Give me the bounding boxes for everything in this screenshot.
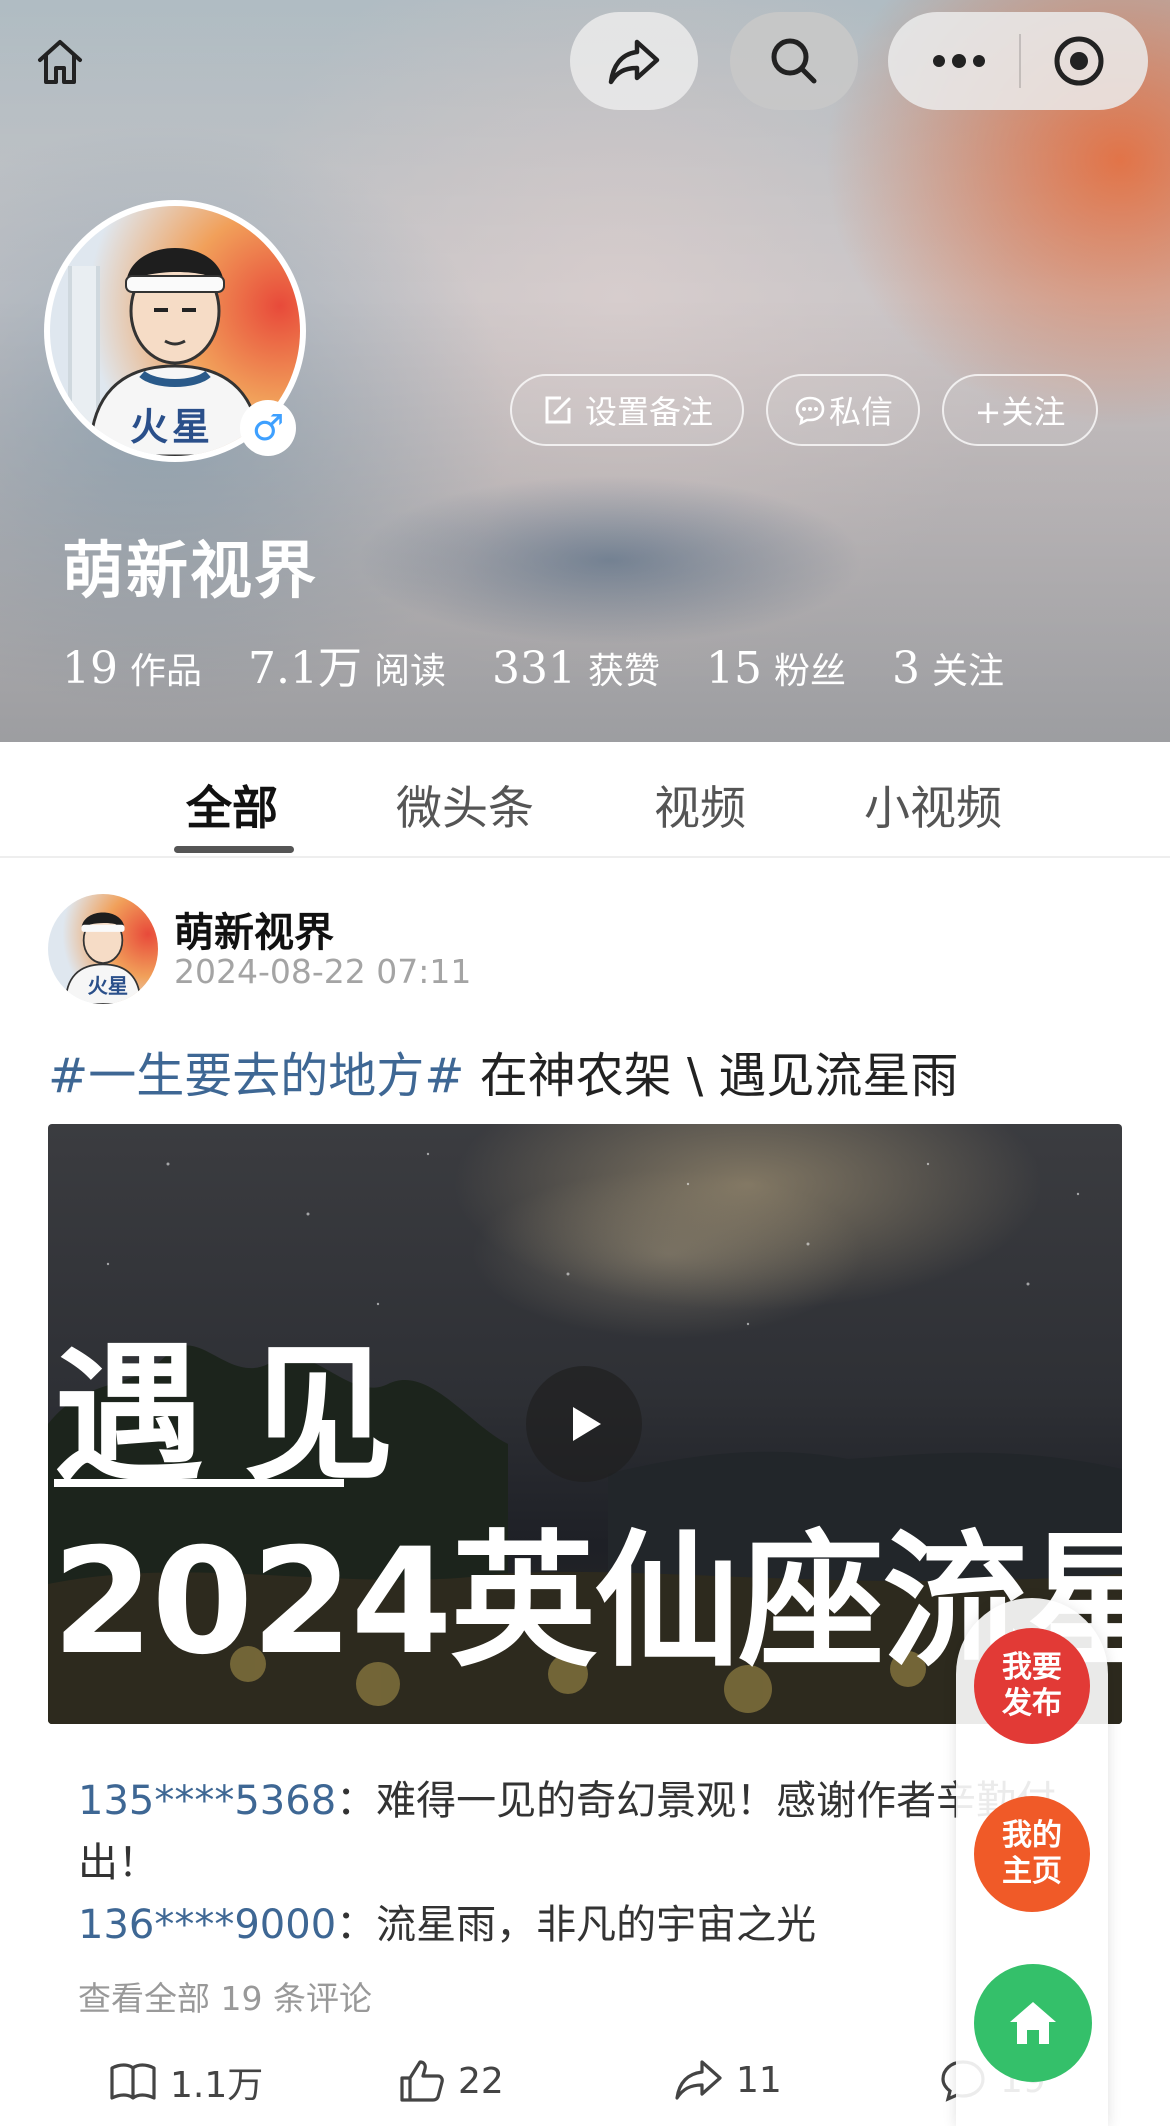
comment-separator: ： <box>336 1778 377 1824</box>
post-author-name[interactable]: 萌新视界 <box>174 900 334 958</box>
more-icon[interactable] <box>929 51 989 71</box>
publish-button[interactable]: 我要发布 <box>974 1628 1090 1744</box>
book-icon <box>110 2063 156 2100</box>
set-remark-button[interactable]: 设置备注 <box>510 374 744 446</box>
tab-videos[interactable]: 视频 <box>654 772 746 838</box>
stat-value: 15 <box>706 643 763 694</box>
post-video[interactable]: 遇见 2024英仙座流星雨 <box>48 1124 1122 1724</box>
play-button[interactable] <box>526 1366 642 1482</box>
follow-button[interactable]: +关注 <box>942 374 1098 446</box>
my-homepage-label: 我的主页 <box>1002 1818 1062 1889</box>
svg-text:火星: 火星 <box>88 974 128 998</box>
comment-item: 136****9000：流星雨，非凡的宇宙之光 <box>78 1894 1088 1956</box>
stat-label: 获赞 <box>588 651 661 692</box>
home-icon <box>1010 2002 1056 2044</box>
stat-value: 19 <box>62 643 118 694</box>
my-homepage-button[interactable]: 我的主页 <box>974 1796 1090 1912</box>
private-message-button[interactable]: 私信 <box>766 374 920 446</box>
home-button[interactable] <box>974 1964 1092 2082</box>
stat-value: 3 <box>892 643 921 694</box>
search-icon <box>771 38 817 84</box>
post-author-avatar[interactable]: 火星 <box>48 894 158 1004</box>
read-count-value: 1.1万 <box>170 2065 264 2106</box>
post-text[interactable]: #一生要去的地方# 在神农架 \ 遇见流星雨 <box>48 1036 958 1106</box>
stat-fans[interactable]: 15 粉丝 <box>706 642 846 694</box>
comment-separator: ： <box>336 1902 377 1948</box>
floating-action-panel: 我要发布 我的主页 <box>956 1598 1108 2126</box>
comment-preview[interactable]: 135****5368：难得一见的奇幻景观！感谢作者辛勤付出！ 136****9… <box>78 1770 1088 1956</box>
chat-bubble-icon <box>793 393 827 427</box>
publish-label: 我要发布 <box>1002 1650 1062 1721</box>
comment-user[interactable]: 136****9000 <box>78 1902 336 1948</box>
share-icon <box>675 2060 722 2100</box>
tab-short-videos[interactable]: 小视频 <box>864 772 1002 838</box>
private-message-label: 私信 <box>828 393 893 431</box>
comment-item: 135****5368：难得一见的奇幻景观！感谢作者辛勤付出！ <box>78 1770 1088 1894</box>
set-remark-label: 设置备注 <box>584 393 713 431</box>
stat-works[interactable]: 19 作品 <box>62 642 202 694</box>
stat-reads: 7.1万 阅读 <box>248 632 446 696</box>
stat-value: 7.1万 <box>248 643 362 694</box>
tab-all[interactable]: 全部 <box>186 772 278 838</box>
avatar-shirt-text: 火星 <box>130 405 215 449</box>
stat-likes: 331 获赞 <box>492 642 660 694</box>
share-button[interactable] <box>570 12 698 110</box>
like-button[interactable]: 22 <box>396 2056 504 2106</box>
stat-label: 作品 <box>130 651 203 692</box>
profile-header: 火星 ♂ 设置备注 私信 +关注 萌新视界 19 作品 7.1万 阅读 331 获赞 … <box>0 0 1170 742</box>
post-topic-link[interactable]: #一生要去的地方# <box>48 1048 464 1104</box>
capsule-divider <box>1019 34 1021 88</box>
active-tab-indicator <box>174 846 294 853</box>
tab-micro-headlines[interactable]: 微头条 <box>396 772 534 838</box>
home-icon[interactable] <box>30 32 90 92</box>
read-count: 1.1万 <box>108 2056 263 2108</box>
post-timestamp: 2024-08-22 07:11 <box>174 952 472 991</box>
stat-value: 331 <box>492 643 576 694</box>
thumbs-up-icon <box>400 2060 444 2102</box>
edit-icon <box>541 393 575 427</box>
stat-following[interactable]: 3 关注 <box>892 642 1004 694</box>
comment-text: 流星雨，非凡的宇宙之光 <box>376 1902 817 1948</box>
close-miniapp-icon[interactable] <box>1051 33 1107 89</box>
share-count: 11 <box>736 2059 782 2101</box>
profile-stats: 19 作品 7.1万 阅读 331 获赞 15 粉丝 3 关注 <box>62 632 1050 696</box>
view-all-comments-link[interactable]: 查看全部 19 条评论 <box>78 1972 372 2020</box>
stat-label: 阅读 <box>374 651 447 692</box>
share-post-button[interactable]: 11 <box>672 2056 782 2104</box>
stat-label: 关注 <box>932 651 1005 692</box>
capsule-menu <box>888 12 1148 110</box>
gender-male-icon: ♂ <box>240 400 296 456</box>
post-body: 在神农架 \ 遇见流星雨 <box>464 1048 959 1104</box>
profile-name: 萌新视界 <box>62 534 319 607</box>
like-count: 22 <box>458 2060 504 2102</box>
content-tabs: 全部 微头条 视频 小视频 <box>0 742 1170 858</box>
stat-label: 粉丝 <box>774 651 847 692</box>
play-icon <box>573 1407 601 1441</box>
follow-label: +关注 <box>974 393 1066 431</box>
comment-user[interactable]: 135****5368 <box>78 1778 336 1824</box>
share-icon <box>608 39 660 85</box>
search-button[interactable] <box>730 12 858 110</box>
